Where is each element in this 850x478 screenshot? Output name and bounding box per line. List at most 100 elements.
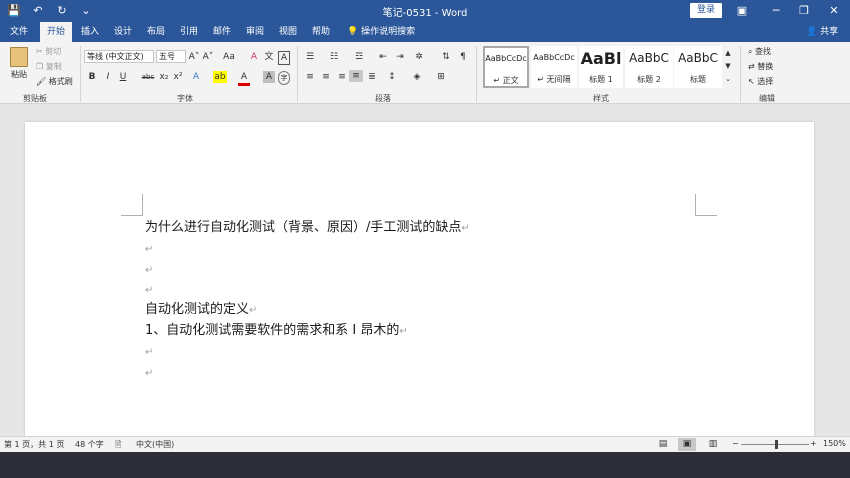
tab-design[interactable]: 设计 (109, 22, 137, 42)
character-shading-icon[interactable]: A (263, 71, 275, 83)
style-title[interactable]: AaBbC 标题 (674, 46, 722, 88)
borders-icon[interactable]: ⊞ (434, 71, 448, 83)
paragraph-mark: ↵ (145, 368, 154, 379)
justify-icon[interactable]: ≡ (349, 70, 363, 82)
doc-line-8[interactable]: ↵ (145, 365, 153, 382)
shading-icon[interactable]: ◈ (410, 71, 424, 83)
font-name-combo[interactable]: 等线 (中文正文) (84, 50, 154, 63)
style-heading-1[interactable]: AaBl 标题 1 (579, 46, 623, 88)
find-button[interactable]: ⌕ 查找 (748, 46, 771, 57)
doc-line-7[interactable]: ↵ (145, 344, 153, 361)
select-label: 选择 (757, 77, 774, 86)
asian-layout-icon[interactable]: ✲ (412, 51, 426, 63)
document-page[interactable]: 为什么进行自动化测试（背景、原因）/手工测试的缺点↵ ↵ ↵ ↵ 自动化测试的定… (25, 122, 814, 442)
decrease-indent-icon[interactable]: ⇤ (376, 51, 390, 63)
superscript-icon[interactable]: x² (172, 71, 184, 83)
zoom-out-button[interactable]: − (732, 439, 739, 448)
strikethrough-icon[interactable]: abc (140, 71, 156, 83)
tab-references[interactable]: 引用 (175, 22, 203, 42)
distributed-icon[interactable]: ≣ (365, 71, 379, 83)
doc-line-3[interactable]: ↵ (145, 262, 153, 279)
doc-line-1[interactable]: 为什么进行自动化测试（背景、原因）/手工测试的缺点↵ (145, 220, 470, 237)
doc-line-6[interactable]: 1、自动化测试需要软件的需求和系 I 昂木的↵ (145, 323, 408, 340)
tab-review[interactable]: 审阅 (241, 22, 269, 42)
doc-line-2[interactable]: ↵ (145, 241, 153, 258)
proofing-icon[interactable]: 🗎 (115, 439, 121, 453)
restore-button[interactable]: ❐ (790, 2, 818, 20)
align-left-icon[interactable]: ≡ (303, 71, 317, 83)
style-heading-2[interactable]: AaBbC 标题 2 (625, 46, 673, 88)
change-case-icon[interactable]: Aa (220, 51, 238, 63)
replace-button[interactable]: ⇄ 替换 (748, 61, 773, 72)
select-button[interactable]: ↖ 选择 (748, 76, 773, 87)
window-title: 笔记-0531 - Word (382, 8, 468, 19)
multilevel-list-icon[interactable]: ☲ (352, 51, 366, 63)
tab-file[interactable]: 文件 (4, 22, 34, 42)
read-mode-icon[interactable]: ▤ (654, 438, 672, 451)
style-name: 标题 1 (589, 75, 613, 84)
grow-font-icon[interactable]: A˄ (188, 51, 200, 63)
login-button[interactable]: 登录 (690, 3, 722, 18)
paragraph-mark: ↵ (249, 305, 258, 316)
paste-icon[interactable] (10, 47, 28, 67)
minimize-button[interactable]: ─ (762, 2, 790, 20)
tab-layout[interactable]: 布局 (142, 22, 170, 42)
text-effects-icon[interactable]: A (190, 71, 202, 83)
zoom-slider-thumb[interactable] (775, 440, 778, 449)
tab-insert[interactable]: 插入 (76, 22, 104, 42)
tab-mailings[interactable]: 邮件 (208, 22, 236, 42)
tab-home[interactable]: 开始 (40, 22, 72, 42)
page-count[interactable]: 第 1 页，共 1 页 (4, 439, 64, 450)
cut-button[interactable]: ✂ 剪切 (36, 46, 61, 57)
highlight-icon[interactable]: ab (213, 71, 227, 83)
bold-icon[interactable]: B (86, 71, 98, 83)
status-bar: 第 1 页，共 1 页 48 个字 🗎 中文(中国) ▤ ▣ ▥ − + 150… (0, 436, 850, 452)
paragraph-mark: ↵ (145, 347, 154, 358)
format-painter-button[interactable]: 🖌 格式刷 (36, 76, 73, 87)
character-border-icon[interactable]: A (278, 51, 290, 65)
styles-scroll-up-icon[interactable]: ▲ (723, 47, 733, 59)
font-color-icon[interactable]: A (238, 71, 250, 86)
style-no-spacing[interactable]: AaBbCcDc ↵ 无间隔 (531, 46, 577, 88)
font-size-combo[interactable]: 五号 (156, 50, 186, 63)
paragraph-mark: ↵ (145, 285, 154, 296)
doc-line-4[interactable]: ↵ (145, 282, 153, 299)
styles-scroll-down-icon[interactable]: ▼ (723, 60, 733, 72)
separator (80, 46, 81, 102)
numbering-icon[interactable]: ☷ (327, 51, 341, 63)
align-center-icon[interactable]: ≡ (319, 71, 333, 83)
subscript-icon[interactable]: x₂ (158, 71, 170, 83)
tab-help[interactable]: 帮助 (307, 22, 335, 42)
underline-icon[interactable]: U (117, 71, 129, 83)
sort-icon[interactable]: ⇅ (439, 51, 453, 63)
word-count[interactable]: 48 个字 (75, 439, 104, 450)
line-spacing-icon[interactable]: ↕ (385, 71, 399, 83)
ribbon-display-icon[interactable]: ▣ (728, 2, 756, 20)
styles-more-icon[interactable]: ⌄ (723, 73, 733, 85)
web-layout-icon[interactable]: ▥ (704, 438, 722, 451)
copy-button[interactable]: ❐ 复制 (36, 61, 62, 72)
tell-me-search[interactable]: 💡 操作说明搜索 (347, 22, 415, 42)
shrink-font-icon[interactable]: A˅ (202, 51, 214, 63)
paste-button-label[interactable]: 粘贴 (11, 69, 27, 80)
zoom-in-button[interactable]: + (810, 439, 817, 448)
language-indicator[interactable]: 中文(中国) (136, 439, 174, 450)
styles-group-label: 样式 (593, 94, 609, 103)
clear-format-icon[interactable]: A (248, 51, 260, 63)
increase-indent-icon[interactable]: ⇥ (393, 51, 407, 63)
share-button[interactable]: 👤 共享 (806, 22, 838, 42)
zoom-level[interactable]: 150% (823, 439, 846, 448)
style-normal[interactable]: AaBbCcDc ↵ 正文 (483, 46, 529, 88)
enclose-characters-icon[interactable]: 字 (278, 71, 290, 85)
print-layout-icon[interactable]: ▣ (678, 438, 696, 451)
doc-line-5[interactable]: 自动化测试的定义↵ (145, 302, 257, 319)
tab-view[interactable]: 视图 (274, 22, 302, 42)
bullets-icon[interactable]: ☰ (303, 51, 317, 63)
align-right-icon[interactable]: ≡ (335, 71, 349, 83)
scissors-icon: ✂ (36, 47, 43, 56)
phonetic-guide-icon[interactable]: 文 (263, 51, 275, 63)
close-button[interactable]: ✕ (820, 2, 848, 20)
style-sample: AaBl (580, 49, 622, 68)
italic-icon[interactable]: I (102, 71, 114, 83)
show-marks-icon[interactable]: ¶ (456, 51, 470, 63)
